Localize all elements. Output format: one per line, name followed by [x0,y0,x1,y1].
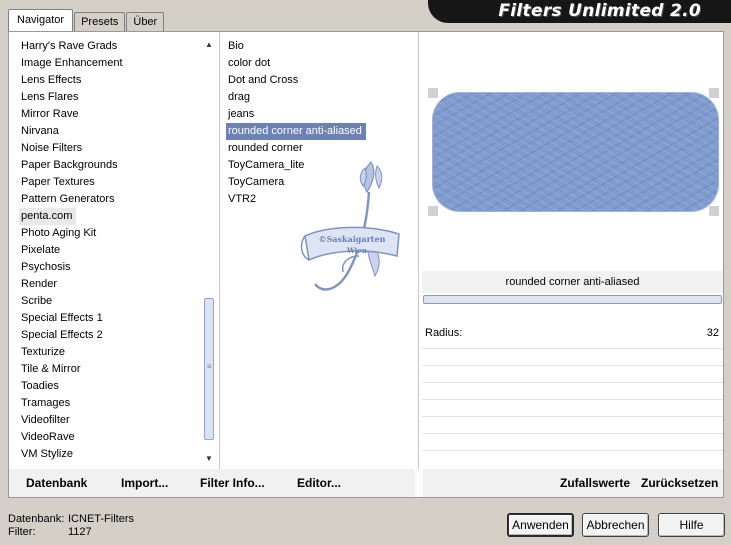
category-item[interactable]: Lens Effects [19,72,199,89]
category-item[interactable]: Tramages [19,395,199,412]
datenbank-link[interactable]: Datenbank [26,476,87,490]
datenbank-value: ICNET-Filters [68,513,134,525]
category-item[interactable]: Special Effects 1 [19,310,199,327]
watermark-logo: ©Saskaigarten Wien [300,161,400,291]
parameter-row-divider [422,399,723,400]
filter-progress-bar [423,295,722,304]
corner-marker [709,206,719,216]
apply-button[interactable]: Anwenden [507,513,574,537]
filter-item[interactable]: Dot and Cross [226,72,416,89]
category-item[interactable]: Photo Aging Kit [19,225,199,242]
selected-filter-name: rounded corner anti-aliased [422,271,723,293]
app-title: Filters Unlimited 2.0 [498,1,701,21]
filter-item[interactable]: rounded corner anti-aliased [226,123,366,140]
randomize-link[interactable]: Zufallswerte [560,476,630,490]
datenbank-label: Datenbank: [8,513,65,525]
category-item[interactable]: Harry's Rave Grads [19,38,199,55]
category-item[interactable]: Videofilter [19,412,199,429]
divider [415,469,423,497]
tab-presets[interactable]: Presets [74,12,126,31]
category-item[interactable]: Render [19,276,199,293]
parameter-row-divider [422,382,723,383]
category-item[interactable]: Tile & Mirror [19,361,199,378]
category-item[interactable]: Pixelate [19,242,199,259]
grip-icon: ≡ [207,362,212,371]
action-link-bar: Datenbank Import... Filter Info... Edito… [9,469,723,497]
radius-label: Radius: [425,327,463,339]
parameter-row-divider [422,348,723,349]
editor-link[interactable]: Editor... [297,476,341,490]
category-item[interactable]: Nirvana [19,123,199,140]
filter-item[interactable]: Bio [226,38,416,55]
filter-info-link[interactable]: Filter Info... [200,476,265,490]
cancel-button[interactable]: Abbrechen [582,513,649,537]
tab-navigator[interactable]: Navigator [8,9,74,31]
reset-link[interactable]: Zurücksetzen [641,476,718,490]
category-item[interactable]: Lens Flares [19,89,199,106]
help-button[interactable]: Hilfe [658,513,725,537]
category-item[interactable]: Psychosis [19,259,199,276]
category-item[interactable]: Scribe [19,293,199,310]
corner-marker [428,88,438,98]
category-item[interactable]: Noise Filters [19,140,199,157]
category-item[interactable]: Special Effects 2 [19,327,199,344]
filter-item[interactable]: drag [226,89,416,106]
category-item[interactable]: Toadies [19,378,199,395]
divider [219,32,220,469]
category-item[interactable]: Paper Textures [19,174,199,191]
scroll-up-arrow-icon[interactable]: ▲ [201,38,217,52]
parameter-panel: Radius: 32 [422,318,723,468]
import-link[interactable]: Import... [121,476,168,490]
category-item[interactable]: Pattern Generators [19,191,199,208]
category-item[interactable]: VideoRave [19,429,199,446]
navigator-panel: Harry's Rave Grads Image Enhancement Lens … [8,31,724,498]
category-item[interactable]: Image Enhancement [19,55,199,72]
filter-count-label: Filter: [8,526,36,538]
parameter-row-divider [422,450,723,451]
corner-marker [709,88,719,98]
preview-area [422,38,723,266]
scrollbar-thumb[interactable]: ≡ [204,298,214,440]
parameter-row-divider [422,365,723,366]
radius-value[interactable]: 32 [707,327,719,339]
watermark-line2: Wien [346,246,367,255]
scrollbar-track[interactable]: ≡ [204,52,214,452]
watermark-line1: ©Saskaigarten [319,234,386,244]
filter-item[interactable]: jeans [226,106,416,123]
corner-marker [428,206,438,216]
scroll-down-arrow-icon[interactable]: ▼ [201,452,217,466]
category-scrollbar[interactable]: ▲ ≡ ▼ [201,38,217,466]
filter-count-value: 1127 [68,526,92,538]
preview-image [432,92,719,212]
title-banner: Filters Unlimited 2.0 [428,0,731,23]
divider [418,32,419,469]
tab-about[interactable]: Über [126,12,165,31]
category-item[interactable]: VM Stylize [19,446,199,463]
parameter-row-divider [422,416,723,417]
category-list: Harry's Rave Grads Image Enhancement Lens … [19,38,199,466]
category-item[interactable]: Paper Backgrounds [19,157,199,174]
parameter-row-divider [422,433,723,434]
tab-strip: Navigator Presets Über [8,9,165,31]
category-item[interactable]: Texturize [19,344,199,361]
status-info: Datenbank: ICNET-Filters Filter: 1127 [8,513,134,539]
category-item[interactable]: Mirror Rave [19,106,199,123]
filter-item[interactable]: color dot [226,55,416,72]
category-item[interactable]: penta.com [19,208,77,225]
